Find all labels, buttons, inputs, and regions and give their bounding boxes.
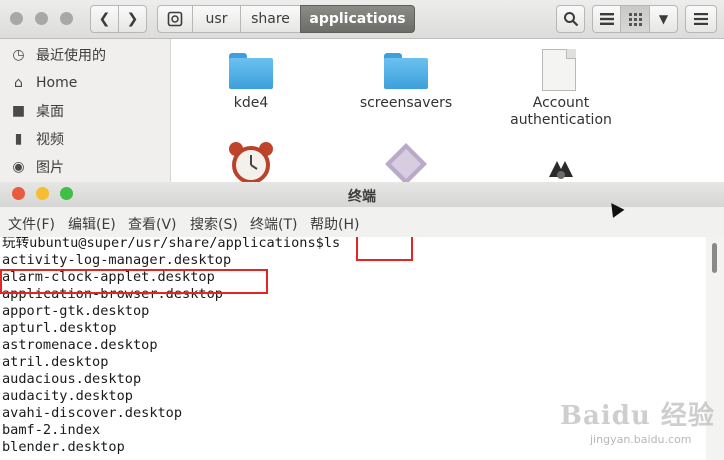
terminal-line: bamf-2.index [2, 422, 101, 438]
file-item-label-line1: Account [532, 95, 590, 111]
watermark-url: jingyan.baidu.com [590, 433, 692, 446]
folder-icon[interactable] [384, 53, 428, 89]
maximize-window-button[interactable] [60, 12, 73, 25]
sidebar-item-pictures[interactable]: ◉ 图片 [10, 156, 64, 178]
sidebar-item-label: Home [36, 75, 78, 91]
camera-icon: ◉ [12, 159, 25, 175]
sidebar-item-videos[interactable]: ▮ 视频 [10, 128, 64, 150]
file-item-label[interactable]: screensavers [341, 95, 471, 111]
folder-icon[interactable] [229, 53, 273, 89]
breadcrumb-share[interactable]: share [240, 5, 301, 33]
close-window-button[interactable] [10, 12, 23, 25]
places-sidebar: ◷ 最近使用的 ⌂ Home ■ 桌面 ▮ 视频 ◉ 图片 [0, 39, 171, 182]
chevron-down-icon: ▼ [658, 12, 669, 26]
document-icon[interactable] [542, 49, 576, 91]
file-manager-window: ❮ ❯ usr share applications ▼ ◷ 最近使用的 ⌂ H… [0, 0, 724, 182]
menu-terminal[interactable]: 终端(T) [250, 214, 297, 234]
home-icon: ⌂ [14, 75, 23, 91]
search-icon [563, 12, 578, 27]
sidebar-item-recent[interactable]: ◷ 最近使用的 [10, 44, 106, 66]
sidebar-item-home[interactable]: ⌂ Home [10, 72, 77, 94]
clock-icon: ◷ [12, 47, 25, 63]
back-button[interactable]: ❮ [90, 5, 119, 33]
minimize-window-button[interactable] [35, 12, 48, 25]
sidebar-item-label: 图片 [36, 160, 64, 176]
chevron-left-icon: ❮ [98, 11, 111, 27]
watermark-logo: Baidu 经验 [560, 401, 715, 431]
sidebar-item-desktop[interactable]: ■ 桌面 [10, 100, 64, 122]
menu-button[interactable] [685, 5, 717, 33]
scrollbar-thumb[interactable] [712, 243, 717, 273]
highlight-alarm-clock-line [0, 269, 268, 294]
disk-icon [167, 11, 183, 27]
menu-view[interactable]: 查看(V) [128, 214, 177, 234]
terminal-line: astromenace.desktop [2, 337, 158, 353]
terminal-line: audacity.desktop [2, 388, 133, 404]
view-options-button[interactable]: ▼ [649, 5, 678, 33]
list-icon [599, 13, 614, 25]
list-view-button[interactable] [592, 5, 621, 33]
terminal-line: apturl.desktop [2, 320, 117, 336]
sidebar-item-label: 桌面 [36, 104, 64, 120]
breadcrumb-applications[interactable]: applications [300, 5, 415, 33]
terminal-line: atril.desktop [2, 354, 109, 370]
grid-view-button[interactable] [620, 5, 650, 33]
terminal-line: audacious.desktop [2, 371, 142, 387]
video-icon: ▮ [14, 131, 23, 147]
hamburger-icon [694, 13, 708, 25]
menu-file[interactable]: 文件(F) [8, 214, 55, 234]
terminal-line: avahi-discover.desktop [2, 405, 183, 421]
menu-search[interactable]: 搜索(S) [190, 214, 238, 234]
alarm-clock-icon[interactable] [226, 141, 276, 182]
folder-icon: ■ [11, 103, 26, 119]
file-manager-header: ❮ ❯ usr share applications ▼ [0, 0, 724, 39]
file-item-label-line2: authentication [510, 112, 612, 128]
search-button[interactable] [556, 5, 585, 33]
file-item-label[interactable]: Account authentication [496, 95, 626, 129]
app-icon[interactable] [545, 157, 577, 182]
breadcrumb-root-button[interactable] [157, 5, 193, 33]
highlight-ls-command [356, 237, 413, 261]
terminal-line: activity-log-manager.desktop [2, 252, 232, 268]
file-item-label[interactable]: kde4 [206, 95, 296, 111]
sidebar-item-label: 视频 [36, 132, 64, 148]
menu-help[interactable]: 帮助(H) [310, 214, 359, 234]
file-grid: kde4 screensavers Account authentication [171, 39, 724, 182]
sidebar-item-label: 最近使用的 [36, 48, 106, 64]
breadcrumb-usr[interactable]: usr [192, 5, 241, 33]
terminal-prompt-line: 玩转ubuntu@super/usr/share/applications$ls [2, 237, 341, 251]
terminal-line: blender.desktop [2, 439, 125, 455]
forward-button[interactable]: ❯ [118, 5, 147, 33]
menu-edit[interactable]: 编辑(E) [68, 214, 116, 234]
terminal-line: apport-gtk.desktop [2, 303, 150, 319]
app-icon[interactable] [385, 143, 427, 182]
grid-icon [628, 12, 642, 26]
watermark: Baidu 经验 jingyan.baidu.com [560, 395, 720, 455]
chevron-right-icon: ❯ [126, 11, 139, 27]
